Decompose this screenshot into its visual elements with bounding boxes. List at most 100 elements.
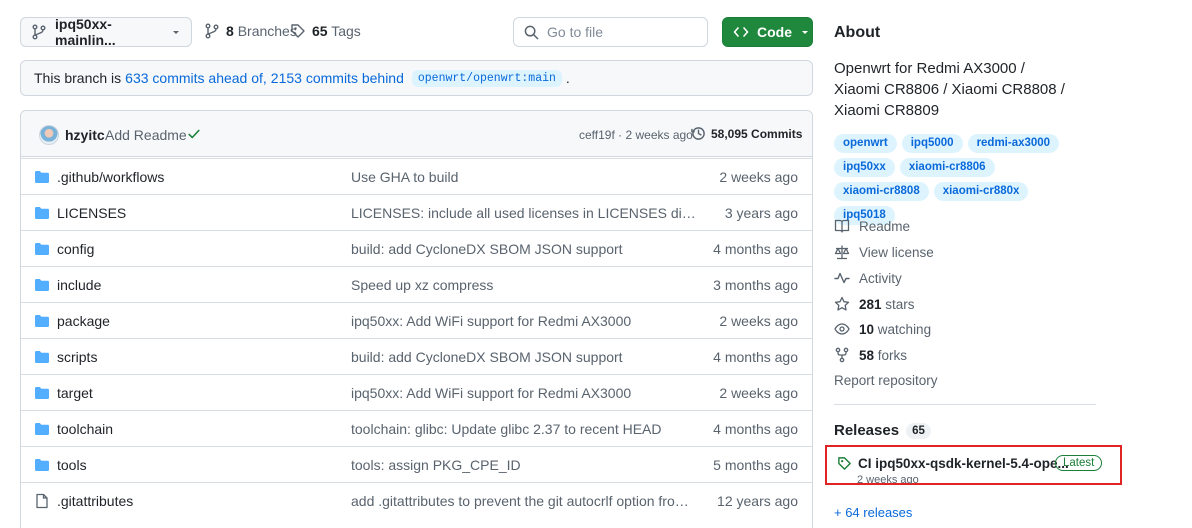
readme-link[interactable]: Readme <box>834 218 910 234</box>
go-to-file-input[interactable] <box>547 24 697 40</box>
check-icon[interactable] <box>187 127 201 141</box>
file-commit-message[interactable]: tools: assign PKG_CPE_ID <box>351 457 696 473</box>
branches-link[interactable]: 8 Branches <box>204 23 297 39</box>
watching-link[interactable]: 10 watching <box>834 321 931 337</box>
go-to-file-box[interactable] <box>513 17 708 47</box>
branch-selector-button[interactable]: ipq50xx-mainlin... <box>20 16 192 48</box>
file-name[interactable]: target <box>57 385 93 401</box>
folder-icon <box>34 421 50 437</box>
topic-tag[interactable]: xiaomi-cr8806 <box>899 158 995 177</box>
file-name[interactable]: tools <box>57 457 87 473</box>
topic-tag[interactable]: xiaomi-cr8808 <box>834 182 929 201</box>
folder-icon <box>34 349 50 365</box>
git-branch-icon <box>204 23 220 39</box>
repo-description: Openwrt for Redmi AX3000 / Xiaomi CR8806… <box>834 60 1065 119</box>
topic-tag[interactable]: redmi-ax3000 <box>967 134 1060 153</box>
table-row[interactable]: target ipq50xx: Add WiFi support for Redm… <box>21 374 812 410</box>
banner-prefix: This branch is <box>34 70 122 86</box>
more-releases-link[interactable]: + 64 releases <box>834 505 912 520</box>
file-table: hzyitc Add Readme ceff19f · 2 weeks ago … <box>20 110 813 528</box>
code-label: Code <box>757 24 792 40</box>
file-commit-age: 4 months ago <box>713 241 798 257</box>
file-name[interactable]: LICENSES <box>57 205 126 221</box>
readme-label: Readme <box>859 218 911 234</box>
banner-suffix: . <box>565 70 570 86</box>
releases-title: Releases <box>834 422 900 439</box>
commits-history-link[interactable]: 58,095 Commits <box>691 126 802 141</box>
file-icon <box>34 493 50 509</box>
branches-label: Branches <box>237 23 297 39</box>
table-row[interactable]: include Speed up xz compress 3 months ago <box>21 266 812 302</box>
commits-count: 58,095 Commits <box>711 126 803 141</box>
commit-author[interactable]: hzyitc <box>65 127 105 143</box>
folder-icon <box>34 169 50 185</box>
code-button[interactable]: Code <box>722 17 813 47</box>
releases-heading[interactable]: Releases 65 <box>834 422 931 439</box>
file-commit-message[interactable]: Speed up xz compress <box>351 277 696 293</box>
file-commit-message[interactable]: Use GHA to build <box>351 169 696 185</box>
sidebar-divider <box>834 404 1096 405</box>
fork-icon <box>834 347 850 363</box>
topic-tag[interactable]: ipq5000 <box>901 134 963 153</box>
table-row[interactable]: scripts build: add CycloneDX SBOM JSON su… <box>21 338 812 374</box>
table-row[interactable]: package ipq50xx: Add WiFi support for Red… <box>21 302 812 338</box>
topics-list: openwrt ipq5000 redmi-ax3000 ipq50xx xiaomi-… <box>834 134 1089 225</box>
table-row[interactable]: tools tools: assign PKG_CPE_ID 5 months ag… <box>21 446 812 482</box>
commit-message[interactable]: Add Readme <box>105 127 187 143</box>
file-commit-age: 2 weeks ago <box>719 313 798 329</box>
watching-count: 10 <box>859 321 875 337</box>
file-name[interactable]: config <box>57 241 94 257</box>
file-commit-message[interactable]: build: add CycloneDX SBOM JSON support <box>351 349 696 365</box>
file-commit-age: 3 years ago <box>724 205 798 221</box>
file-commit-message[interactable]: add .gitattributes to prevent the git au… <box>351 493 696 509</box>
stars-link[interactable]: 281 stars <box>834 296 915 312</box>
topic-tag[interactable]: xiaomi-cr880x <box>933 182 1029 201</box>
table-row[interactable]: .github/workflows Use GHA to build 2 weeks… <box>21 158 812 194</box>
file-commit-age: 12 years ago <box>717 493 798 509</box>
table-row[interactable]: .gitattributes add .gitattributes to prev… <box>21 482 812 518</box>
file-name[interactable]: .gitattributes <box>57 493 133 509</box>
latest-release-link[interactable]: CI ipq50xx-qsdk-kernel-5.4-ope... <box>837 456 1069 471</box>
latest-release-item[interactable]: CI ipq50xx-qsdk-kernel-5.4-ope... Latest… <box>825 445 1122 485</box>
file-commit-age: 4 months ago <box>713 421 798 437</box>
activity-link[interactable]: Activity <box>834 270 902 286</box>
folder-icon <box>34 385 50 401</box>
table-row[interactable]: config build: add CycloneDX SBOM JSON sup… <box>21 230 812 266</box>
forks-label: forks <box>877 347 908 363</box>
topic-tag[interactable]: openwrt <box>834 134 897 153</box>
file-commit-message[interactable]: build: add CycloneDX SBOM JSON support <box>351 241 696 257</box>
code-icon <box>733 24 749 40</box>
latest-commit-row: hzyitc Add Readme ceff19f · 2 weeks ago … <box>21 111 812 157</box>
branch-comparison-banner: This branch is 633 commits ahead of, 215… <box>20 60 813 96</box>
forks-link[interactable]: 58 forks <box>834 347 907 363</box>
tags-label: Tags <box>331 23 361 39</box>
file-commit-message[interactable]: toolchain: glibc: Update glibc 2.37 to r… <box>351 421 696 437</box>
file-name[interactable]: package <box>57 313 110 329</box>
file-commit-message[interactable]: ipq50xx: Add WiFi support for Redmi AX30… <box>351 313 696 329</box>
commit-meta[interactable]: ceff19f · 2 weeks ago <box>579 128 693 142</box>
file-name[interactable]: scripts <box>57 349 97 365</box>
report-repository-link[interactable]: Report repository <box>834 373 938 388</box>
file-commit-age: 4 months ago <box>713 349 798 365</box>
file-name[interactable]: include <box>57 277 101 293</box>
file-commit-message[interactable]: ipq50xx: Add WiFi support for Redmi AX30… <box>351 385 696 401</box>
forks-count: 58 <box>859 347 875 363</box>
avatar[interactable] <box>39 125 59 145</box>
upstream-branch-label[interactable]: openwrt/openwrt:main <box>411 69 562 87</box>
license-link[interactable]: View license <box>834 244 934 260</box>
table-row[interactable]: toolchain toolchain: glibc: Update glibc … <box>21 410 812 446</box>
latest-release-time: 2 weeks ago <box>857 474 919 484</box>
tags-count: 65 <box>312 23 328 39</box>
chevron-down-icon <box>800 27 810 37</box>
file-name[interactable]: .github/workflows <box>57 169 164 185</box>
commits-behind-link[interactable]: 2153 commits behind <box>271 70 404 86</box>
topic-tag[interactable]: ipq50xx <box>834 158 895 177</box>
file-commit-message[interactable]: LICENSES: include all used licenses in L… <box>351 205 696 221</box>
license-label: View license <box>859 244 934 260</box>
law-icon <box>834 244 850 260</box>
commits-ahead-link[interactable]: 633 commits ahead of, <box>125 70 267 86</box>
table-row[interactable]: LICENSES LICENSES: include all used licen… <box>21 194 812 230</box>
file-name[interactable]: toolchain <box>57 421 113 437</box>
tags-link[interactable]: 65 Tags <box>290 23 361 39</box>
folder-icon <box>34 205 50 221</box>
